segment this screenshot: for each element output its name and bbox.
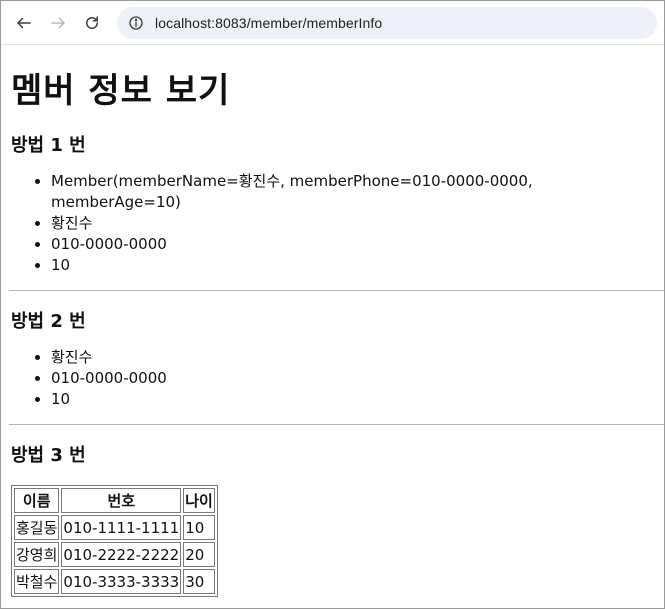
section-2-heading: 방법 2 번 bbox=[11, 311, 86, 332]
url-text[interactable]: localhost:8083/member/memberInfo bbox=[155, 15, 382, 31]
page-content: 멤버 정보 보기 방법 1 번 Member(memberName=황진수, m… bbox=[1, 71, 664, 597]
back-button[interactable] bbox=[7, 6, 41, 40]
page-title: 멤버 정보 보기 bbox=[11, 71, 231, 111]
table-cell: 30 bbox=[183, 569, 215, 594]
reload-button[interactable] bbox=[75, 6, 109, 40]
arrow-right-icon bbox=[51, 17, 65, 28]
table-cell: 010-2222-2222 bbox=[61, 542, 182, 567]
arrow-left-icon bbox=[17, 17, 31, 28]
section-2-list: 황진수 010-0000-0000 10 bbox=[11, 347, 664, 410]
table-row: 홍길동 010-1111-1111 10 bbox=[14, 515, 215, 540]
table-cell: 20 bbox=[183, 542, 215, 567]
table-cell: 010-3333-3333 bbox=[61, 569, 182, 594]
list-item: 10 bbox=[51, 389, 664, 410]
reload-icon bbox=[86, 15, 98, 29]
section-1-list: Member(memberName=황진수, memberPhone=010-0… bbox=[11, 171, 664, 276]
table-cell: 홍길동 bbox=[14, 515, 60, 540]
section-3-heading: 방법 3 번 bbox=[11, 445, 86, 466]
column-header-phone: 번호 bbox=[61, 488, 182, 513]
list-item: 황진수 bbox=[51, 213, 664, 234]
table-cell: 강영희 bbox=[14, 542, 60, 567]
list-item: 010-0000-0000 bbox=[51, 234, 664, 255]
table-cell: 010-1111-1111 bbox=[61, 515, 182, 540]
divider bbox=[9, 290, 664, 291]
table-cell: 박철수 bbox=[14, 569, 60, 594]
list-item: 10 bbox=[51, 255, 664, 276]
member-table: 이름 번호 나이 홍길동 010-1111-1111 10 강영희 010-22… bbox=[11, 485, 218, 597]
column-header-age: 나이 bbox=[183, 488, 215, 513]
info-circle-icon bbox=[129, 15, 143, 30]
list-item: 황진수 bbox=[51, 347, 664, 368]
forward-button[interactable] bbox=[41, 6, 75, 40]
browser-toolbar: localhost:8083/member/memberInfo bbox=[1, 1, 664, 45]
browser-window: localhost:8083/member/memberInfo 멤버 정보 보… bbox=[0, 0, 665, 609]
table-row: 박철수 010-3333-3333 30 bbox=[14, 569, 215, 594]
list-item: Member(memberName=황진수, memberPhone=010-0… bbox=[51, 171, 664, 213]
column-header-name: 이름 bbox=[14, 488, 60, 513]
table-row: 강영희 010-2222-2222 20 bbox=[14, 542, 215, 567]
divider bbox=[9, 424, 664, 425]
address-bar[interactable]: localhost:8083/member/memberInfo bbox=[117, 6, 657, 39]
table-cell: 10 bbox=[183, 515, 215, 540]
list-item: 010-0000-0000 bbox=[51, 368, 664, 389]
table-header-row: 이름 번호 나이 bbox=[14, 488, 215, 513]
site-info-button[interactable] bbox=[125, 12, 147, 34]
section-1-heading: 방법 1 번 bbox=[11, 135, 86, 156]
